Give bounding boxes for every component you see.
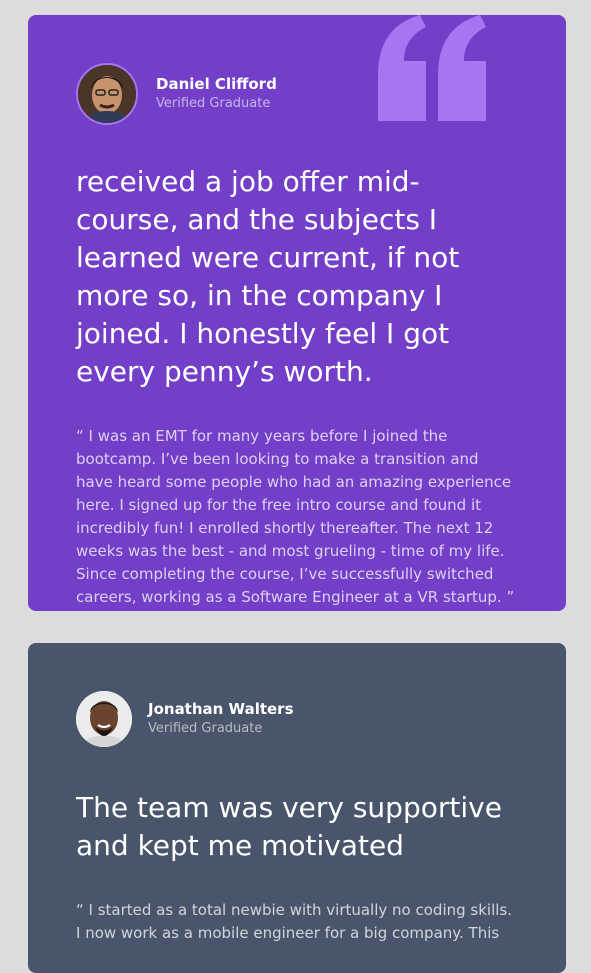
author-name: Daniel Clifford: [156, 75, 277, 93]
author-info: Daniel Clifford Verified Graduate: [156, 74, 277, 114]
testimonial-headline: The team was very supportive and kept me…: [76, 791, 502, 862]
testimonial-quote: “ I started as a total newbie with virtu…: [76, 901, 512, 942]
avatar: [76, 691, 132, 747]
author-name: Jonathan Walters: [148, 700, 294, 718]
author-role: Verified Graduate: [148, 721, 263, 736]
avatar-photo: [76, 691, 132, 747]
testimonial-quote: “ I was an EMT for many years before I j…: [76, 427, 515, 606]
quote-icon: [378, 15, 486, 121]
author-row: Jonathan Walters Verified Graduate: [76, 691, 518, 747]
testimonial-card-daniel: Daniel Clifford Verified Graduate receiv…: [28, 15, 566, 611]
avatar: [76, 63, 138, 125]
testimonial-headline: received a job offer mid-course, and the…: [76, 165, 460, 388]
avatar-photo: [78, 65, 136, 123]
author-info: Jonathan Walters Verified Graduate: [148, 699, 294, 739]
author-role: Verified Graduate: [156, 96, 271, 111]
testimonial-card-jonathan: Jonathan Walters Verified Graduate The t…: [28, 643, 566, 973]
